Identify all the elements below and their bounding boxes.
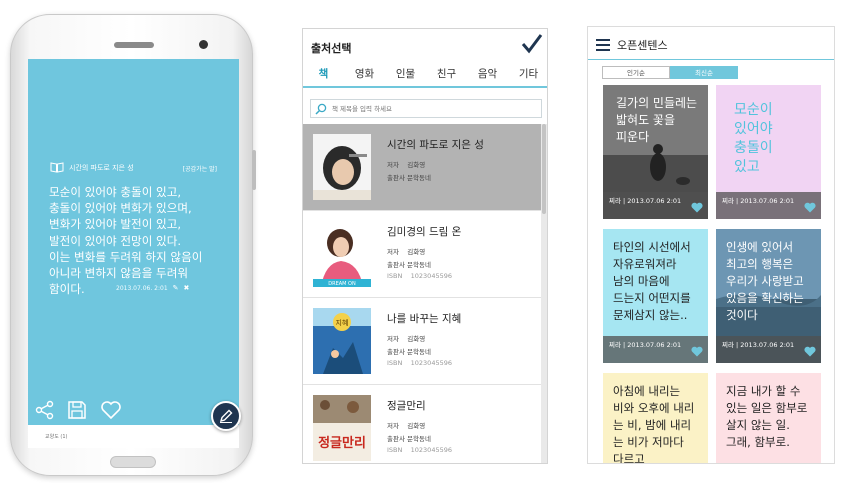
book-publisher: 출판사 문학동네 — [387, 348, 431, 356]
book-isbn: ISBN 1023045596 — [387, 359, 452, 367]
list-item[interactable]: 시간의 파도로 지은 성 저자 김화영 출판사 문학동네 — [303, 124, 541, 211]
list-item[interactable]: 정글만리 정글만리 저자 김화영 출판사 문학동네 ISBN 102304559… — [303, 385, 541, 463]
search-icon — [315, 103, 327, 115]
book-isbn: ISBN 1023045596 — [387, 272, 452, 280]
tab-book[interactable]: 책 — [303, 61, 344, 86]
card-actions — [28, 399, 239, 425]
open-sentence-panel: 오픈센텐스 인기순 최신순 길가의 민들레는 밟혀도 꽃을 피운다 찌라 | 2… — [587, 26, 835, 464]
book-author: 저자 김화영 — [387, 422, 426, 430]
book-cover — [313, 134, 371, 200]
heart-icon[interactable] — [691, 202, 703, 213]
sort-popular-button[interactable]: 인기순 — [602, 66, 670, 79]
page-title: 오픈센텐스 — [617, 39, 668, 52]
list-scrollbar[interactable] — [541, 124, 547, 463]
heart-icon[interactable] — [100, 399, 122, 421]
pencil-icon[interactable]: ✎ — [173, 284, 179, 292]
book-author: 저자 김화영 — [387, 161, 426, 169]
book-title: 김미경의 드림 온 — [387, 226, 462, 238]
book-publisher: 출판사 문학동네 — [387, 174, 431, 182]
source-select-panel: 출처선택 책 영화 인물 친구 음악 기타 시간의 파도로 지은 성 — [302, 28, 548, 464]
search-input[interactable] — [332, 104, 532, 113]
list-item[interactable]: DREAM ON 김미경의 드림 온 저자 김화영 출판사 문학동네 ISBN … — [303, 211, 541, 298]
list-item[interactable]: 지혜 나를 바꾸는 지혜 저자 김화영 출판사 문학동네 ISBN 102304… — [303, 298, 541, 385]
phone-speaker — [114, 42, 154, 48]
share-icon[interactable] — [34, 399, 56, 421]
confirm-check-icon[interactable] — [521, 33, 543, 55]
panel-header: 출처선택 — [303, 29, 547, 61]
menu-icon[interactable] — [596, 39, 610, 51]
phone-camera — [199, 40, 208, 49]
tile-text: 아침에 내리는 비와 오후에 내리 는 비, 밤에 내리 는 비가 저마다 다르… — [613, 384, 695, 464]
search-box — [310, 99, 542, 118]
source-tabs: 책 영화 인물 친구 음악 기타 — [303, 61, 547, 88]
phone-screen: 시간의 파도로 지은 성 [공감가는 말] 모순이 있어야 충돌이 있고, 충돌… — [28, 59, 239, 448]
page-title: 출처선택 — [311, 42, 352, 55]
sentence-tile[interactable]: 모순이 있어야 충돌이 있고 찌라 | 2013.07.06 2:01 — [716, 85, 821, 219]
svg-text:지혜: 지혜 — [336, 318, 349, 327]
edit-icon — [219, 409, 233, 423]
sort-toggle: 인기순 최신순 — [602, 66, 738, 79]
sentence-tile[interactable]: 아침에 내리는 비와 오후에 내리 는 비, 밤에 내리 는 비가 저마다 다르… — [603, 373, 708, 464]
tile-text: 타인의 시선에서 자유로워져라 남의 마음에 드는지 어떤지를 문제삼지 않는.… — [613, 240, 691, 322]
sort-latest-button[interactable]: 최신순 — [670, 66, 738, 79]
phone-side-button — [252, 150, 256, 190]
tab-movie[interactable]: 영화 — [344, 61, 385, 86]
quote-meta: 2013.07.06. 2:01 ✎ ✖ — [116, 284, 189, 292]
sentence-tile[interactable]: 타인의 시선에서 자유로워져라 남의 마음에 드는지 어떤지를 문제삼지 않는.… — [603, 229, 708, 363]
book-publisher: 출판사 문학동네 — [387, 435, 431, 443]
tile-text: 길가의 민들레는 밟혀도 꽃을 피운다 — [616, 96, 698, 144]
quote-date: 2013.07.06. 2:01 — [116, 284, 168, 292]
book-title: 시간의 파도로 지은 성 — [387, 139, 484, 151]
quote-text: 모순이 있어야 충돌이 있고, 충돌이 있어야 변화가 있으며, 변화가 있어야… — [49, 185, 203, 297]
book-list: 시간의 파도로 지은 성 저자 김화영 출판사 문학동네 DREAM ON 김미… — [303, 124, 541, 463]
heart-icon[interactable] — [691, 346, 703, 357]
sentence-card: 시간의 파도로 지은 성 [공감가는 말] 모순이 있어야 충돌이 있고, 충돌… — [28, 59, 239, 425]
tab-music[interactable]: 음악 — [467, 61, 508, 86]
source-book-row[interactable]: 시간의 파도로 지은 성 — [50, 162, 134, 173]
book-title: 나를 바꾸는 지혜 — [387, 313, 462, 325]
close-icon[interactable]: ✖ — [184, 284, 190, 292]
book-isbn: ISBN 1023045596 — [387, 446, 452, 454]
svg-text:정글만리: 정글만리 — [318, 435, 366, 451]
book-cover: DREAM ON — [313, 221, 371, 287]
svg-text:DREAM ON: DREAM ON — [328, 281, 356, 287]
book-icon — [50, 162, 64, 173]
heart-icon[interactable] — [804, 346, 816, 357]
book-author: 저자 김화영 — [387, 335, 426, 343]
bottom-label: 교양도 (1) — [45, 434, 68, 440]
edit-button[interactable] — [211, 401, 241, 431]
sentence-tile[interactable]: 길가의 민들레는 밟혀도 꽃을 피운다 찌라 | 2013.07.06 2:01 — [603, 85, 708, 219]
sentence-tile[interactable]: 인생에 있어서 최고의 행복은 우리가 사랑받고 있음을 확신하는 것이다 찌라… — [716, 229, 821, 363]
shared-label: [공감가는 말] — [182, 166, 217, 173]
heart-icon[interactable] — [804, 202, 816, 213]
book-publisher: 출판사 문학동네 — [387, 261, 431, 269]
book-cover: 지혜 — [313, 308, 371, 374]
sentence-tile[interactable]: 지금 내가 할 수 있는 일은 함부로 살지 않는 일. 그래, 함부로. — [716, 373, 821, 463]
tile-text: 인생에 있어서 최고의 행복은 우리가 사랑받고 있음을 확신하는 것이다 — [726, 240, 804, 322]
panel-header: 오픈센텐스 — [588, 27, 834, 60]
source-book-title: 시간의 파도로 지은 성 — [69, 163, 134, 172]
book-cover: 정글만리 — [313, 395, 371, 461]
tab-person[interactable]: 인물 — [385, 61, 426, 86]
phone-mockup: 시간의 파도로 지은 성 [공감가는 말] 모순이 있어야 충돌이 있고, 충돌… — [10, 14, 256, 476]
scrollbar-thumb[interactable] — [542, 124, 546, 214]
book-author: 저자 김화영 — [387, 248, 426, 256]
tile-text: 모순이 있어야 충돌이 있고 — [734, 102, 773, 175]
tab-other[interactable]: 기타 — [508, 61, 547, 86]
book-title: 정글만리 — [387, 400, 426, 412]
home-button[interactable] — [110, 456, 156, 468]
save-icon[interactable] — [66, 399, 88, 421]
tab-friend[interactable]: 친구 — [426, 61, 467, 86]
tile-text: 지금 내가 할 수 있는 일은 함부로 살지 않는 일. 그래, 함부로. — [726, 384, 808, 449]
